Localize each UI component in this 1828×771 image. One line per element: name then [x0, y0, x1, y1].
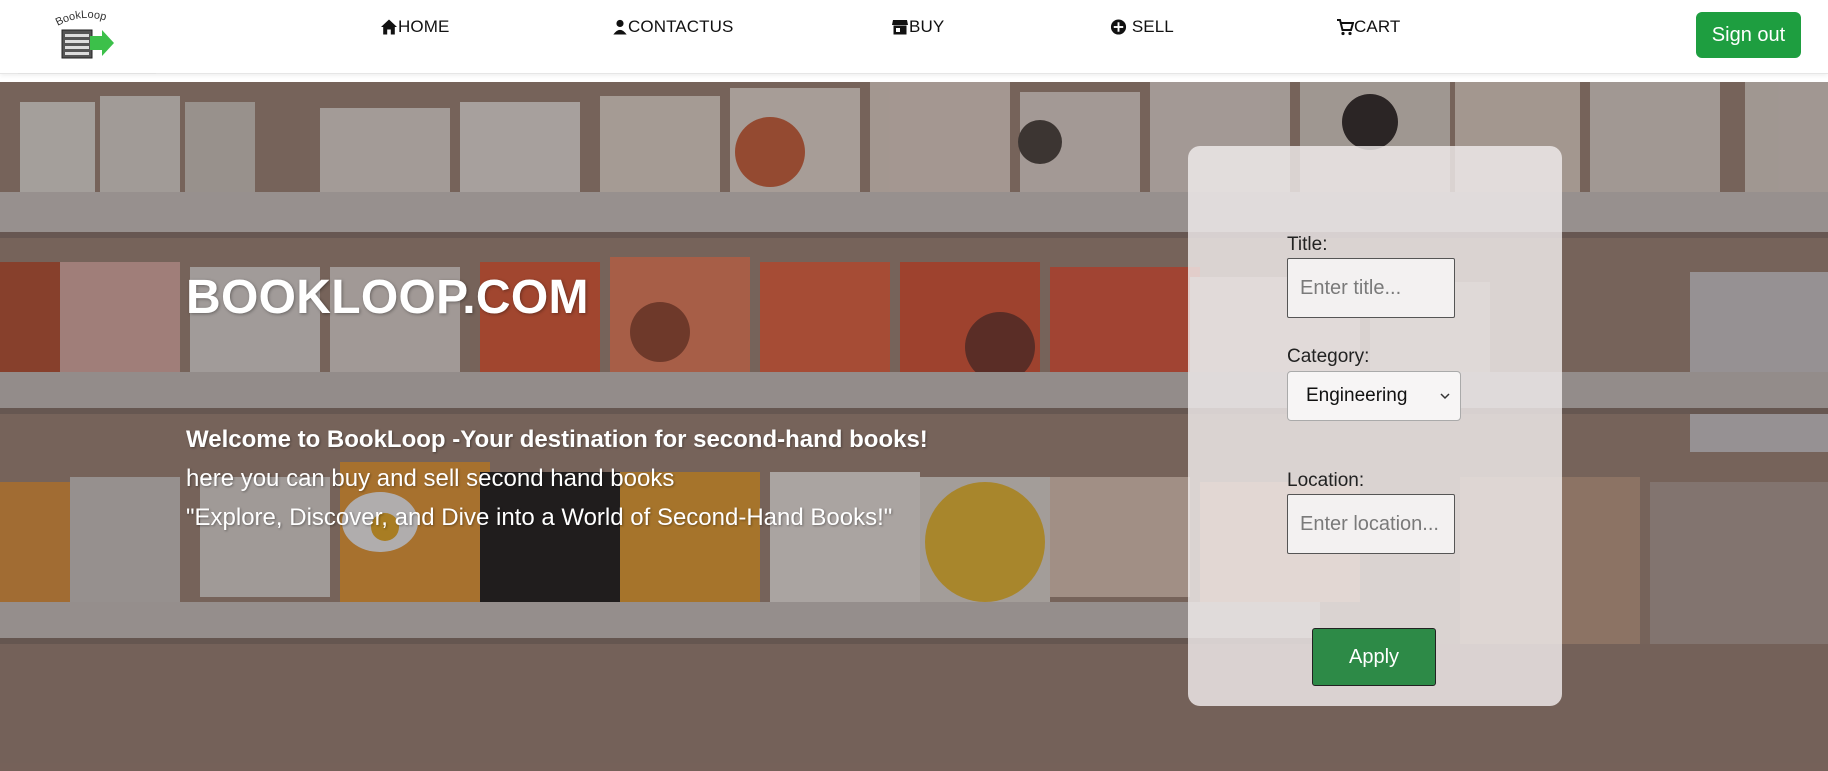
category-label: Category:: [1287, 346, 1370, 367]
hero-section: BOOKLOOP.COM Welcome to BookLoop -Your d…: [0, 82, 1828, 771]
bookloop-logo[interactable]: BookLoop: [48, 8, 124, 64]
nav-contactus-label: CONTACTUS: [628, 17, 734, 36]
hero-description: Welcome to BookLoop -Your destination fo…: [186, 420, 928, 537]
nav-sell-label: SELL: [1127, 17, 1174, 36]
title-label: Title:: [1287, 234, 1328, 255]
logo-underline: [18, 73, 156, 74]
store-icon: [891, 18, 909, 36]
apply-button[interactable]: Apply: [1312, 628, 1436, 686]
category-select[interactable]: Engineering: [1287, 371, 1461, 421]
plus-circle-icon: [1110, 18, 1127, 36]
chevron-down-icon: [1440, 393, 1450, 400]
cart-icon: [1336, 18, 1354, 36]
hero-welcome-text: Welcome to BookLoop -Your destination fo…: [186, 426, 928, 453]
hero-title: BOOKLOOP.COM: [186, 271, 589, 324]
category-selected-value: Engineering: [1306, 385, 1408, 406]
location-input[interactable]: [1287, 494, 1455, 554]
location-label: Location:: [1287, 470, 1365, 491]
nav-buy[interactable]: BUY: [891, 16, 944, 38]
logo-lettering: BookLoop: [54, 9, 108, 29]
top-navbar: BookLoop HOME CONTACTUS BUY SELL CART Si…: [0, 0, 1828, 74]
nav-cart[interactable]: CART: [1336, 16, 1400, 38]
nav-cart-label: CART: [1354, 17, 1401, 36]
home-icon: [380, 18, 398, 36]
user-icon: [612, 18, 628, 36]
search-filter-panel: Title: Category: Engineering Location: A…: [1188, 146, 1562, 706]
nav-buy-label: BUY: [909, 17, 945, 36]
nav-home[interactable]: HOME: [380, 16, 449, 38]
hero-tagline: "Explore, Discover, and Dive into a Worl…: [186, 504, 893, 531]
hero-subtext: here you can buy and sell second hand bo…: [186, 465, 675, 492]
title-input[interactable]: [1287, 258, 1455, 318]
nav-sell[interactable]: SELL: [1110, 16, 1174, 38]
nav-home-label: HOME: [398, 17, 450, 36]
nav-contactus[interactable]: CONTACTUS: [612, 16, 733, 38]
logo-image: BookLoop: [54, 9, 114, 59]
sign-out-button[interactable]: Sign out: [1696, 12, 1801, 58]
